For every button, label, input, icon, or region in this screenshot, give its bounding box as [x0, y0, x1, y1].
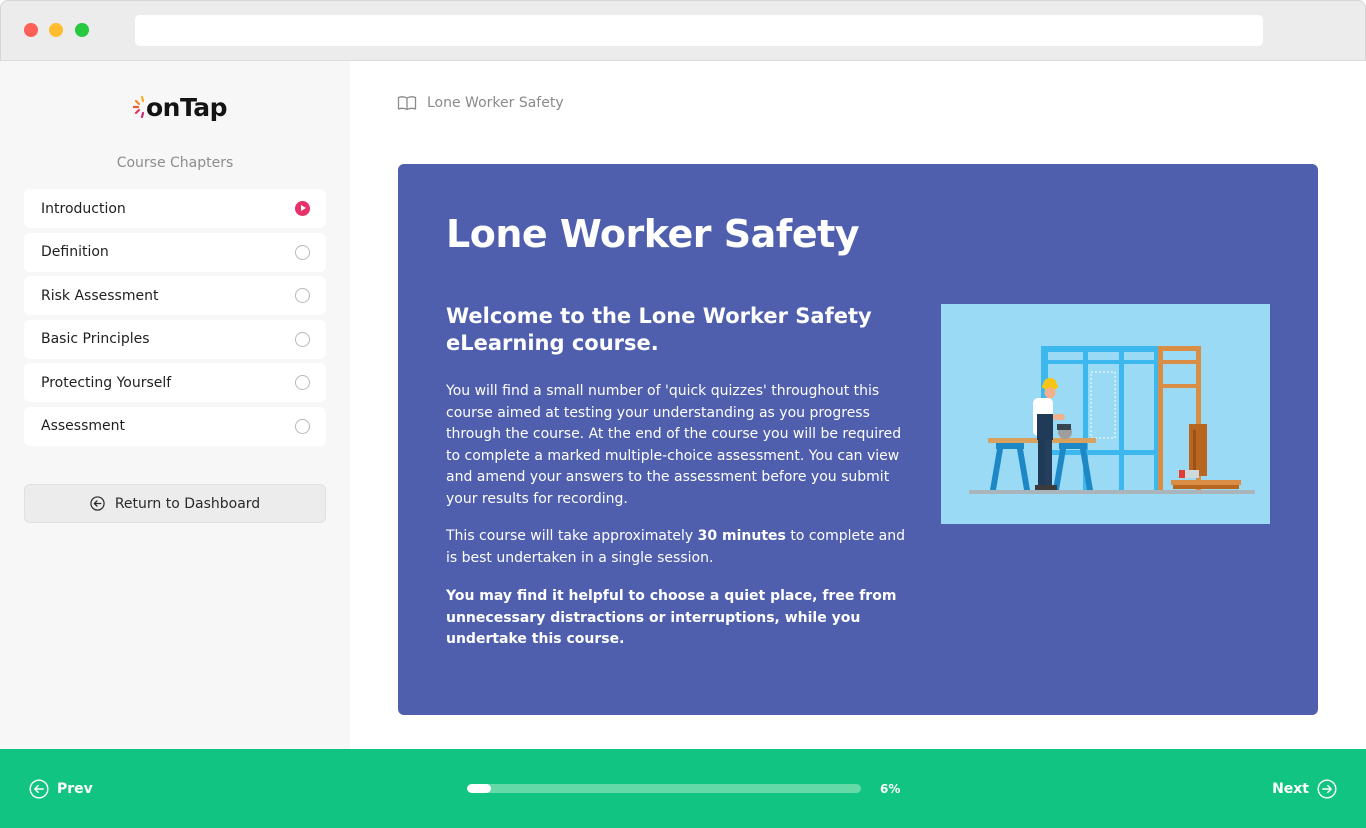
return-to-dashboard-label: Return to Dashboard — [114, 495, 261, 512]
course-intro-card: Lone Worker Safety Welcome to the Lone W… — [398, 164, 1318, 715]
play-circle-icon — [295, 201, 310, 216]
prev-button[interactable]: Prev — [29, 779, 93, 799]
chapter-list: Introduction Definition Risk Assessment … — [24, 189, 326, 451]
book-icon — [397, 96, 417, 111]
welcome-heading: Welcome to the Lone Worker Safety eLearn… — [446, 304, 872, 355]
chapter-label: Assessment — [41, 418, 125, 435]
address-bar[interactable] — [135, 15, 1263, 46]
chapter-item-definition[interactable]: Definition — [24, 232, 326, 272]
course-navigation-footer: Prev 6% Next — [0, 749, 1366, 828]
duration-text-before: This course will take approximately — [446, 528, 698, 544]
arrow-right-circle-icon — [1317, 779, 1337, 799]
return-to-dashboard-button[interactable]: Return to Dashboard — [24, 484, 326, 523]
breadcrumb-course-title: Lone Worker Safety — [427, 95, 564, 111]
chapter-item-assessment[interactable]: Assessment — [24, 406, 326, 446]
browser-chrome — [0, 0, 1366, 61]
page-title: Lone Worker Safety — [446, 212, 860, 256]
chapter-item-basic-principles[interactable]: Basic Principles — [24, 319, 326, 359]
progress-percentage: 6% — [880, 782, 901, 796]
chapter-label: Protecting Yourself — [41, 374, 172, 391]
chapter-label: Basic Principles — [41, 331, 150, 348]
empty-circle-icon — [295, 244, 310, 260]
arrow-left-circle-icon — [29, 779, 49, 799]
window-minimize-button[interactable] — [49, 23, 63, 37]
prev-label: Prev — [57, 781, 93, 797]
empty-circle-icon — [295, 418, 310, 434]
empty-circle-icon — [295, 288, 310, 304]
breadcrumb: Lone Worker Safety — [397, 95, 564, 111]
duration-paragraph: This course will take approximately 30 m… — [446, 526, 916, 569]
empty-circle-icon — [295, 375, 310, 391]
worker-sawing-illustration — [969, 346, 1255, 494]
next-button[interactable]: Next — [1272, 779, 1337, 799]
chapter-label: Risk Assessment — [41, 287, 159, 304]
course-chapters-heading: Course Chapters — [116, 155, 234, 171]
duration-value: 30 minutes — [697, 528, 786, 544]
next-label: Next — [1272, 781, 1309, 797]
logo-text: onTap — [146, 92, 228, 122]
app-logo[interactable]: onTap — [133, 91, 228, 123]
window-maximize-button[interactable] — [75, 23, 89, 37]
arrow-left-circle-icon — [90, 496, 105, 511]
logo-sunburst-icon — [133, 95, 145, 119]
chapter-item-protecting-yourself[interactable]: Protecting Yourself — [24, 363, 326, 403]
chapter-label: Definition — [41, 244, 109, 261]
course-progress-bar — [467, 784, 861, 793]
construction-worker-illustration — [941, 304, 1270, 524]
chapter-item-risk-assessment[interactable]: Risk Assessment — [24, 276, 326, 316]
chapter-item-introduction[interactable]: Introduction — [24, 189, 326, 228]
chapter-label: Introduction — [41, 200, 126, 217]
advice-paragraph: You may find it helpful to choose a quie… — [446, 588, 897, 647]
window-close-button[interactable] — [24, 23, 38, 37]
course-progress-fill — [467, 784, 491, 793]
sidebar: onTap Course Chapters Introduction Defin… — [0, 61, 350, 749]
empty-circle-icon — [295, 331, 310, 347]
intro-paragraph: You will find a small number of 'quick q… — [446, 383, 902, 507]
